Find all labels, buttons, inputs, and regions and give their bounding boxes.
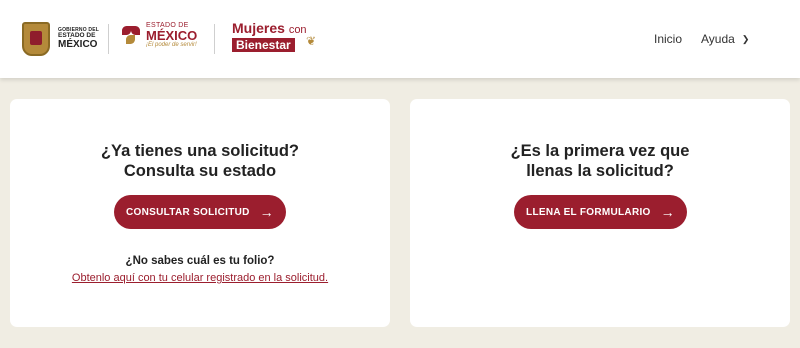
program-logo-suffix: con (288, 24, 307, 36)
flower-icon (120, 24, 142, 46)
recover-folio-link[interactable]: Obtenlo aquí con tu celular registrado e… (10, 272, 390, 284)
edo-logo-slogan: ¡El poder de servir! (146, 42, 197, 48)
nav-ayuda-label: Ayuda (701, 32, 735, 46)
gobierno-logo[interactable]: GOBIERNO DEL ESTADO DE MÉXICO (22, 22, 99, 56)
logo-divider (214, 24, 215, 54)
estado-logo[interactable]: ESTADO DE MÉXICO ¡El poder de servir! (120, 22, 197, 48)
consultar-solicitud-label: CONSULTAR SOLICITUD (126, 206, 250, 218)
arrow-right-icon: → (660, 204, 675, 220)
nueva-title: ¿Es la primera vez que llenas la solicit… (410, 141, 790, 181)
program-logo-line2: Bienestar (232, 38, 295, 52)
consulta-title-line2: Consulta su estado (123, 162, 277, 180)
nueva-title-line2: llenas la solicitud? (526, 162, 674, 180)
nav-ayuda-dropdown[interactable]: Ayuda ❯ (701, 32, 749, 46)
state-shield-icon (22, 22, 50, 56)
consulta-title: ¿Ya tienes una solicitud? Consulta su es… (10, 141, 390, 181)
program-logo-line1: Mujeres (232, 20, 285, 36)
consultar-solicitud-button[interactable]: CONSULTAR SOLICITUD → (114, 195, 286, 229)
nueva-solicitud-card: ¿Es la primera vez que llenas la solicit… (410, 99, 790, 327)
program-logo[interactable]: Mujeres con Bienestar (232, 21, 307, 53)
consulta-card: ¿Ya tienes una solicitud? Consulta su es… (10, 99, 390, 327)
llena-formulario-button[interactable]: LLENA EL FORMULARIO → (514, 195, 687, 229)
chevron-down-icon: ❯ (741, 34, 750, 44)
arrow-right-icon: → (259, 204, 274, 220)
nueva-title-line1: ¿Es la primera vez que (510, 142, 690, 160)
laurel-icon: ❦ (306, 34, 317, 48)
llena-formulario-label: LLENA EL FORMULARIO (526, 206, 651, 218)
folio-question: ¿No sabes cuál es tu folio? (125, 255, 275, 267)
nav-inicio[interactable]: Inicio (654, 32, 682, 46)
edo-logo-line2: MÉXICO (146, 28, 198, 43)
logo-divider (108, 24, 109, 54)
consulta-title-line1: ¿Ya tienes una solicitud? (100, 142, 300, 160)
gob-logo-line3: MÉXICO (58, 38, 98, 50)
site-header: GOBIERNO DEL ESTADO DE MÉXICO ESTADO DE … (0, 0, 800, 78)
